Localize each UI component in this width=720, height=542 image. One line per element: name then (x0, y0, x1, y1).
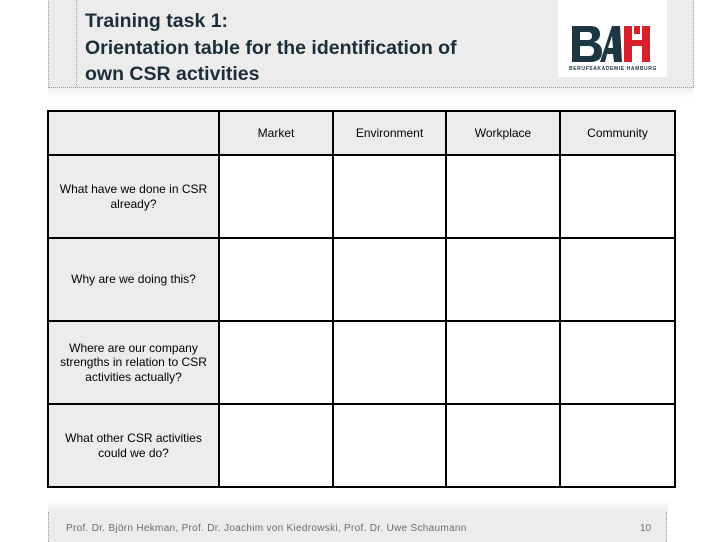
footer-authors: Prof. Dr. Björn Hekman, Prof. Dr. Joachi… (66, 523, 467, 534)
table-cell-market[interactable] (218, 237, 334, 322)
table-cell-market[interactable] (218, 320, 334, 405)
logo-letter-h-left (624, 26, 632, 62)
table-cell-environment[interactable] (332, 403, 447, 488)
logo-letter-a (600, 26, 622, 62)
title-line-2: Orientation table for the identification… (85, 36, 457, 59)
title-line-3: own CSR activities (85, 63, 260, 85)
row-question: Where are our company strengths in relat… (47, 320, 220, 405)
table-cell-workplace[interactable] (445, 320, 561, 405)
table-cell-community[interactable] (559, 403, 676, 488)
table-row: What have we done in CSR already? (47, 154, 676, 239)
table-cell-environment[interactable] (332, 154, 447, 239)
table-header-row: Market Environment Workplace Community (47, 110, 676, 156)
logo-letter-h-mid (632, 40, 642, 46)
table-cell-community[interactable] (559, 154, 676, 239)
column-header-market: Market (218, 110, 334, 156)
title-line-1: Training task 1: (85, 10, 229, 32)
bah-logo-mark-icon (572, 26, 650, 62)
table-row: Where are our company strengths in relat… (47, 320, 676, 405)
slide-title: Training task 1: Orientation table for t… (85, 8, 545, 88)
table-cell-workplace[interactable] (445, 237, 561, 322)
table-corner-cell (47, 110, 220, 156)
row-question: What other CSR activities could we do? (47, 403, 220, 488)
orientation-table: Market Environment Workplace Community W… (47, 110, 676, 488)
row-question: What have we done in CSR already? (47, 154, 220, 239)
column-header-workplace: Workplace (445, 110, 561, 156)
logo-letter-h-right (642, 26, 650, 62)
table-row: Why are we doing this? (47, 237, 676, 322)
table-cell-market[interactable] (218, 154, 334, 239)
column-header-environment: Environment (332, 110, 447, 156)
table-cell-market[interactable] (218, 403, 334, 488)
header-divider (76, 0, 77, 87)
table-cell-environment[interactable] (332, 320, 447, 405)
page-number: 10 (640, 523, 652, 534)
column-header-community: Community (559, 110, 676, 156)
table-cell-workplace[interactable] (445, 154, 561, 239)
logo-letter-b (572, 26, 602, 62)
table-row: What other CSR activities could we do? (47, 403, 676, 488)
table-cell-workplace[interactable] (445, 403, 561, 488)
table-cell-environment[interactable] (332, 237, 447, 322)
footer-shadow (48, 500, 668, 512)
row-question: Why are we doing this? (47, 237, 220, 322)
bah-logo: BERUFSAKADEMIE HAMBURG (558, 0, 667, 77)
logo-subtitle: BERUFSAKADEMIE HAMBURG (569, 66, 657, 72)
header-shadow (48, 88, 694, 98)
table-cell-community[interactable] (559, 320, 676, 405)
table-cell-community[interactable] (559, 237, 676, 322)
